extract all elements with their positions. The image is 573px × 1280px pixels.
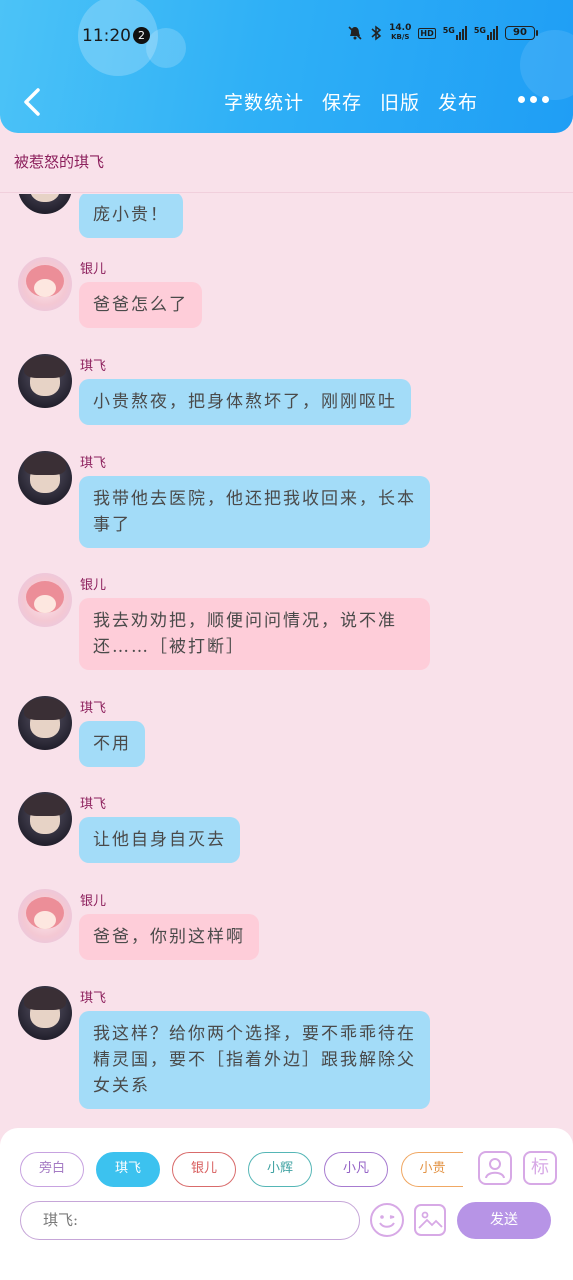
decor-bubble (146, 28, 186, 68)
story-title: 被惹怒的琪飞 (0, 141, 573, 193)
app-header: 11:20 2 14.0 KB/S HD 5G 5G 90 字数统计 保存 旧版… (0, 0, 573, 133)
message-bubble[interactable]: 我去劝劝把，顺便问问情况，说不准还……［被打断］ (79, 598, 430, 670)
message-bubble[interactable]: 庞小贵！ (79, 194, 183, 238)
back-button[interactable] (18, 86, 48, 118)
send-button[interactable]: 发送 (457, 1202, 551, 1239)
word-count-button[interactable]: 字数统计 (224, 88, 304, 115)
message-bubble[interactable]: 不用 (79, 721, 145, 767)
mute-icon (348, 26, 362, 40)
speaker-name: 琪飞 (80, 359, 107, 374)
character-chip-yiner[interactable]: 银儿 (172, 1152, 236, 1187)
speaker-name: 琪飞 (80, 456, 107, 471)
status-time: 11:20 (82, 26, 131, 46)
person-icon (485, 1158, 505, 1179)
message-bubble[interactable]: 让他自身自灭去 (79, 817, 240, 863)
character-chip-xiaogui[interactable]: 小贵 (401, 1152, 463, 1187)
header-actions: 字数统计 保存 旧版 发布 (224, 88, 478, 115)
emoji-icon[interactable] (370, 1203, 404, 1237)
character-chip-qifei[interactable]: 琪飞 (96, 1152, 160, 1187)
avatar[interactable] (18, 194, 72, 214)
tag-icon[interactable]: 标 (523, 1151, 557, 1185)
avatar[interactable] (18, 986, 72, 1040)
notification-badge: 2 (133, 27, 150, 44)
message-bubble[interactable]: 我这样？给你两个选择，要不乖乖待在精灵国，要不［指着外边］跟我解除父女关系 (79, 1011, 430, 1109)
message-bubble[interactable]: 爸爸怎么了 (79, 282, 202, 328)
save-button[interactable]: 保存 (322, 88, 362, 115)
speaker-name: 银儿 (80, 578, 107, 593)
smile-icon (379, 1215, 395, 1228)
message-bubble[interactable]: 爸爸，你别这样啊 (79, 914, 259, 960)
speaker-name: 琪飞 (80, 701, 107, 716)
character-chip-xiaofan[interactable]: 小凡 (324, 1152, 388, 1187)
speaker-name: 琪飞 (80, 991, 107, 1006)
message-bubble[interactable]: 我带他去医院，他还把我收回来，长本事了 (79, 476, 430, 548)
old-version-button[interactable]: 旧版 (380, 88, 420, 115)
hd-icon: HD (418, 27, 436, 39)
speaker-name: 银儿 (80, 262, 107, 277)
avatar[interactable] (18, 257, 72, 311)
avatar[interactable] (18, 354, 72, 408)
more-icon[interactable] (518, 96, 549, 103)
network-speed: 14.0 KB/S (389, 23, 412, 42)
image-icon[interactable] (414, 1204, 446, 1236)
character-manage-icon[interactable] (478, 1151, 512, 1185)
avatar[interactable] (18, 889, 72, 943)
publish-button[interactable]: 发布 (438, 88, 478, 115)
avatar[interactable] (18, 696, 72, 750)
status-icons: 14.0 KB/S HD 5G 5G 90 (347, 23, 538, 42)
avatar[interactable] (18, 573, 72, 627)
speaker-name: 银儿 (80, 894, 107, 909)
chevron-left-icon (24, 88, 40, 116)
avatar[interactable] (18, 792, 72, 846)
character-chip-xiaohui[interactable]: 小辉 (248, 1152, 312, 1187)
message-bubble[interactable]: 小贵熬夜，把身体熬坏了，刚刚呕吐 (79, 379, 411, 425)
chat-list[interactable]: 庞小贵！ 银儿 爸爸怎么了 琪飞 小贵熬夜，把身体熬坏了，刚刚呕吐 琪飞 我带他… (0, 194, 573, 1132)
battery-icon: 90 (505, 26, 538, 40)
message-input[interactable]: 琪飞: (20, 1201, 360, 1240)
speaker-name: 琪飞 (80, 797, 107, 812)
signal-icon: 5G (443, 26, 467, 40)
picture-icon (418, 1211, 443, 1229)
bluetooth-icon (371, 25, 382, 41)
character-chip-narrator[interactable]: 旁白 (20, 1152, 84, 1187)
signal-icon: 5G (474, 26, 498, 40)
avatar[interactable] (18, 451, 72, 505)
